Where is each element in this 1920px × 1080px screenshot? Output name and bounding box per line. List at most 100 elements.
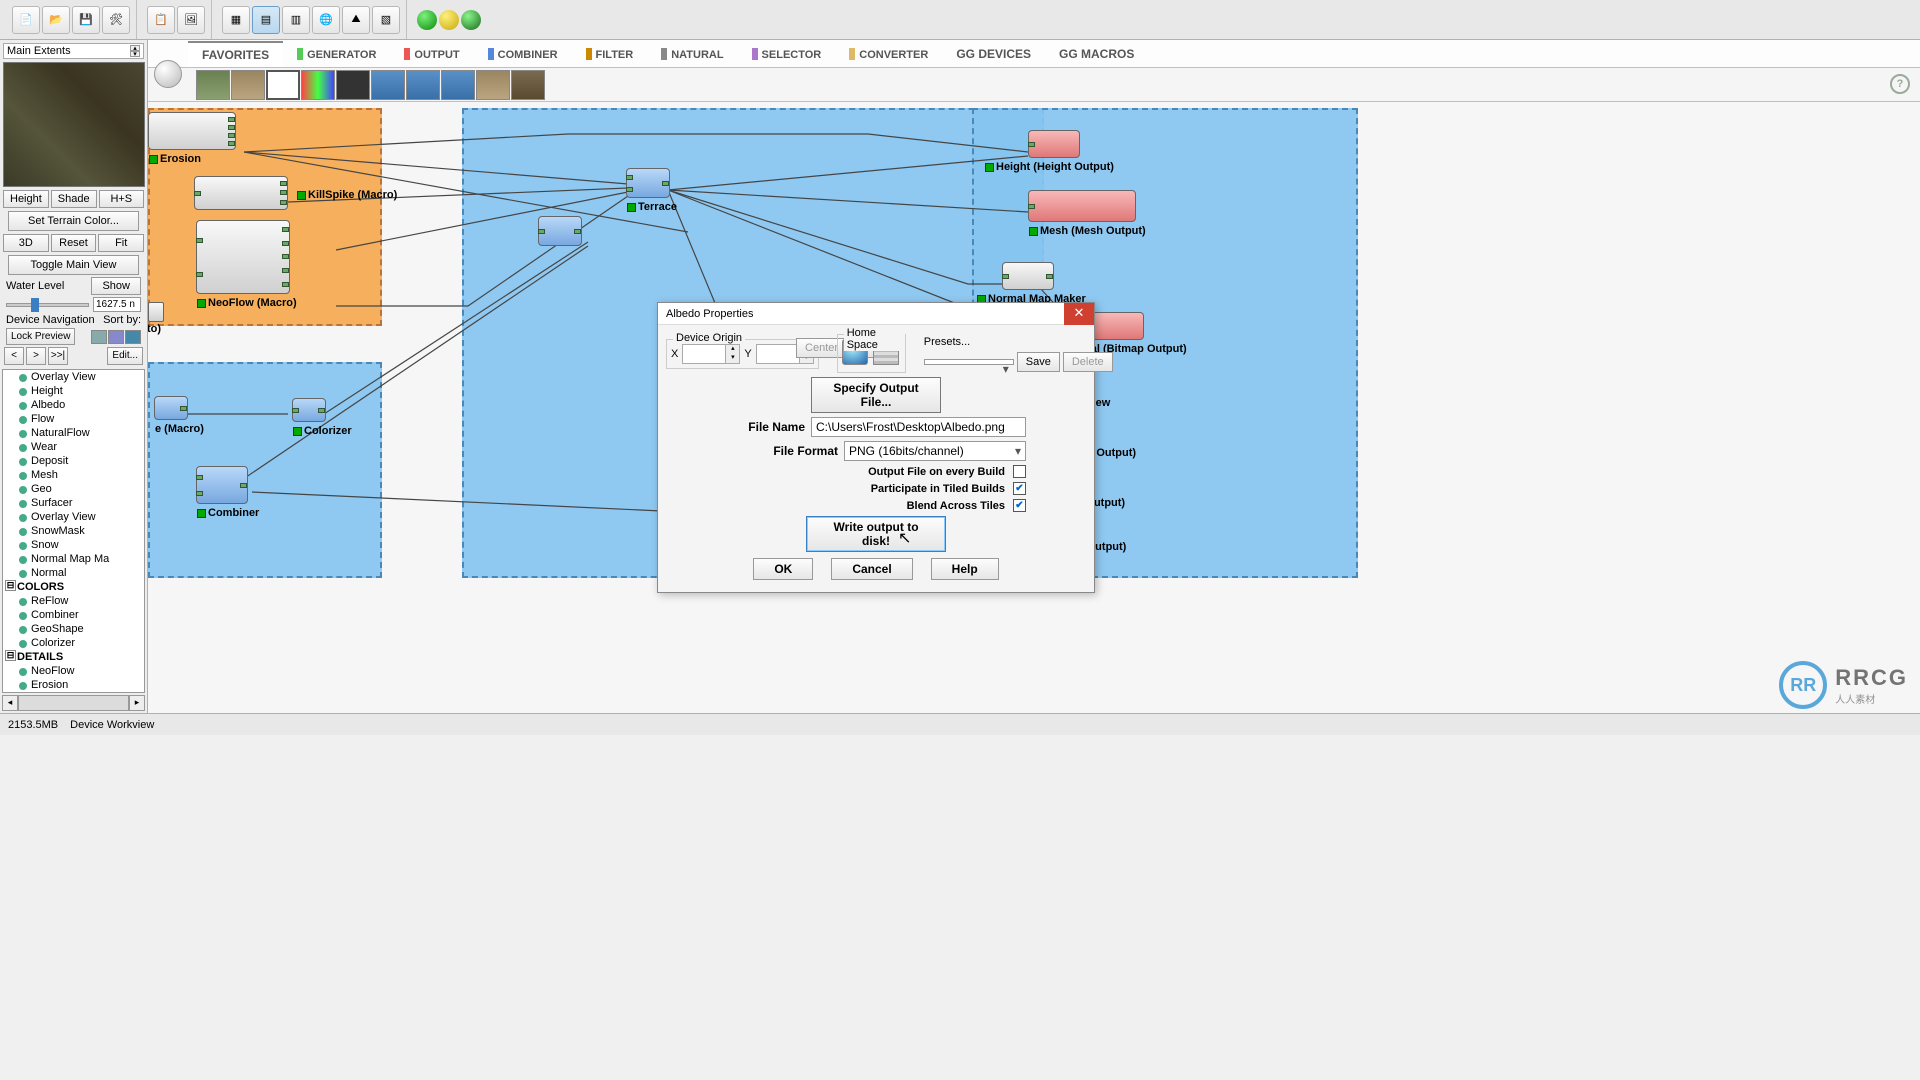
palette-item[interactable] xyxy=(441,70,475,100)
reset-button[interactable]: Reset xyxy=(51,234,97,252)
water-level-input[interactable] xyxy=(93,297,141,312)
tree-item[interactable]: Normal xyxy=(3,566,144,580)
node[interactable]: Erosion xyxy=(148,112,236,150)
tree-item[interactable]: NeoFlow xyxy=(3,664,144,678)
status-ball-yellow-icon[interactable] xyxy=(439,10,459,30)
tree-item[interactable]: Erosion xyxy=(3,678,144,692)
tree-item[interactable]: Deposit xyxy=(3,454,144,468)
x-input[interactable]: ▴▾ xyxy=(682,344,740,364)
tree-item[interactable]: Snow xyxy=(3,538,144,552)
tab-gg-macros[interactable]: GG MACROS xyxy=(1045,42,1148,66)
water-level-slider[interactable] xyxy=(6,303,89,307)
presets-select[interactable] xyxy=(924,359,1014,365)
edit-button[interactable]: Edit... xyxy=(107,347,143,365)
device-tree[interactable]: Overlay View HeightAlbedoFlowNaturalFlowW… xyxy=(2,369,145,693)
write-output-button[interactable]: Write output to disk! xyxy=(806,516,946,552)
tb-globe-icon[interactable]: 🌐 xyxy=(312,6,340,34)
node[interactable]: Normal Map Maker xyxy=(1002,262,1054,290)
sort-mode-1-icon[interactable] xyxy=(91,330,107,344)
palette-item[interactable] xyxy=(336,70,370,100)
save-preset-button[interactable]: Save xyxy=(1017,352,1060,372)
palette-item[interactable] xyxy=(231,70,265,100)
palette-item[interactable] xyxy=(196,70,230,100)
tree-scrollbar[interactable]: ◂▸ xyxy=(2,695,145,711)
tb-grid2-icon[interactable]: ▤ xyxy=(252,6,280,34)
nav-prev-button[interactable]: > xyxy=(26,347,46,365)
file-name-input[interactable] xyxy=(811,417,1026,437)
workview[interactable]: FAVORITES GENERATOR OUTPUT COMBINER FILT… xyxy=(148,40,1920,713)
tb-new-icon[interactable]: 📄 xyxy=(12,6,40,34)
palette-item[interactable] xyxy=(301,70,335,100)
palette-item[interactable] xyxy=(406,70,440,100)
node[interactable]: e (Macro) xyxy=(154,396,188,420)
node[interactable]: to) xyxy=(148,302,164,322)
participate-tiled-checkbox[interactable]: ✔ xyxy=(1013,482,1026,495)
tree-item[interactable]: Height xyxy=(3,384,144,398)
help-icon[interactable]: ? xyxy=(1890,74,1910,94)
lock-preview-button[interactable]: Lock Preview xyxy=(6,328,75,345)
node-output[interactable]: Height (Height Output) xyxy=(1028,130,1080,158)
sort-mode-3-icon[interactable] xyxy=(125,330,141,344)
palette-item[interactable] xyxy=(266,70,300,100)
tb-grid3-icon[interactable]: ▥ xyxy=(282,6,310,34)
node[interactable]: Combiner xyxy=(196,466,248,504)
status-ball-green-icon[interactable] xyxy=(417,10,437,30)
node[interactable]: Colorizer xyxy=(292,398,326,422)
output-every-build-checkbox[interactable] xyxy=(1013,465,1026,478)
palette-item[interactable] xyxy=(476,70,510,100)
nav-next-button[interactable]: >>| xyxy=(48,347,68,365)
tab-favorites[interactable]: FAVORITES xyxy=(188,41,283,67)
tree-item[interactable]: Wear xyxy=(3,440,144,454)
ok-button[interactable]: OK xyxy=(753,558,813,580)
globe-icon[interactable] xyxy=(154,60,182,88)
fit-button[interactable]: Fit xyxy=(98,234,144,252)
sort-mode-2-icon[interactable] xyxy=(108,330,124,344)
tb-tool-icon[interactable]: 🛠 xyxy=(102,6,130,34)
cancel-button[interactable]: Cancel xyxy=(831,558,912,580)
tab-combiner[interactable]: COMBINER xyxy=(474,42,572,66)
tree-item[interactable]: Normal Map Ma xyxy=(3,552,144,566)
toggle-main-view-button[interactable]: Toggle Main View xyxy=(8,255,139,275)
tb-grid1-icon[interactable]: ▦ xyxy=(222,6,250,34)
tree-header-colors[interactable]: COLORS xyxy=(3,580,144,594)
shade-button[interactable]: Shade xyxy=(51,190,97,208)
tree-item[interactable]: Geo xyxy=(3,482,144,496)
tree-header-details[interactable]: DETAILS xyxy=(3,650,144,664)
blend-tiles-checkbox[interactable]: ✔ xyxy=(1013,499,1026,512)
tab-filter[interactable]: FILTER xyxy=(572,42,648,66)
tree-item[interactable]: Albedo xyxy=(3,398,144,412)
tb-open-icon[interactable]: 📂 xyxy=(42,6,70,34)
tb-save-icon[interactable]: 💾 xyxy=(72,6,100,34)
set-terrain-color-button[interactable]: Set Terrain Color... xyxy=(8,211,139,231)
tab-natural[interactable]: NATURAL xyxy=(647,42,737,66)
node-output[interactable]: Mesh (Mesh Output) xyxy=(1028,190,1136,222)
tb-terrain-icon[interactable]: ⛰ xyxy=(342,6,370,34)
node[interactable]: NeoFlow (Macro) xyxy=(196,220,290,294)
delete-preset-button[interactable]: Delete xyxy=(1063,352,1113,372)
tab-generator[interactable]: GENERATOR xyxy=(283,42,390,66)
tab-converter[interactable]: CONVERTER xyxy=(835,42,942,66)
tab-gg-devices[interactable]: GG DEVICES xyxy=(942,42,1045,66)
specify-output-button[interactable]: Specify Output File... xyxy=(811,377,941,413)
dialog-titlebar[interactable]: Albedo Properties ✕ xyxy=(658,303,1094,325)
tree-item[interactable]: Overlay View xyxy=(3,510,144,524)
extents-select[interactable]: Main Extents ▴▾ xyxy=(3,43,144,59)
height-button[interactable]: Height xyxy=(3,190,49,208)
tree-item[interactable]: NaturalFlow xyxy=(3,426,144,440)
tb-texture-icon[interactable]: ▧ xyxy=(372,6,400,34)
node[interactable]: Terrace xyxy=(626,168,670,198)
tb-img-icon[interactable]: 🖼 xyxy=(177,6,205,34)
node[interactable]: KillSpike (Macro) xyxy=(194,176,288,210)
show-button[interactable]: Show xyxy=(91,277,141,295)
tree-item[interactable]: ReFlow xyxy=(3,594,144,608)
tree-item[interactable]: SnowMask xyxy=(3,524,144,538)
tree-item[interactable]: Mesh xyxy=(3,468,144,482)
tree-item[interactable]: Flow xyxy=(3,412,144,426)
close-icon[interactable]: ✕ xyxy=(1064,303,1094,325)
hs-button[interactable]: H+S xyxy=(99,190,144,208)
help-button[interactable]: Help xyxy=(931,558,999,580)
palette-item[interactable] xyxy=(371,70,405,100)
tree-item[interactable]: Combiner xyxy=(3,608,144,622)
tree-item[interactable]: Colorizer xyxy=(3,636,144,650)
file-format-select[interactable]: PNG (16bits/channel) xyxy=(844,441,1026,461)
